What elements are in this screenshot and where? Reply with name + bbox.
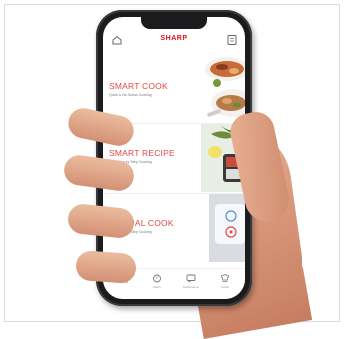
nav-label: Guide — [220, 285, 229, 289]
food-plate-photo — [205, 57, 245, 117]
card-title: SMART COOK — [109, 81, 168, 91]
menu-icon[interactable] — [227, 33, 237, 45]
nav-label: Alarm — [153, 285, 161, 289]
phone-notch — [141, 17, 207, 29]
nav-item-notifications[interactable]: Notifications — [177, 273, 205, 297]
control-panel-photo — [209, 194, 245, 262]
nav-item-alarm[interactable]: Alarm — [143, 273, 171, 297]
card-subtitle: Quick & No Guess Cooking — [109, 93, 152, 97]
brand-logo: SHARP — [160, 35, 188, 42]
chef-hat-icon — [220, 274, 230, 282]
top-bar: SHARP — [103, 27, 245, 53]
finger-little — [75, 249, 137, 285]
message-icon — [186, 274, 196, 283]
nav-label: Notifications — [182, 285, 200, 289]
alarm-icon — [153, 274, 161, 283]
card-title: SMART RECIPE — [109, 148, 175, 158]
nav-item-guide[interactable]: Guide — [211, 273, 239, 297]
card-smart-cook[interactable]: SMART COOK Quick & No Guess Cooking — [103, 53, 245, 121]
